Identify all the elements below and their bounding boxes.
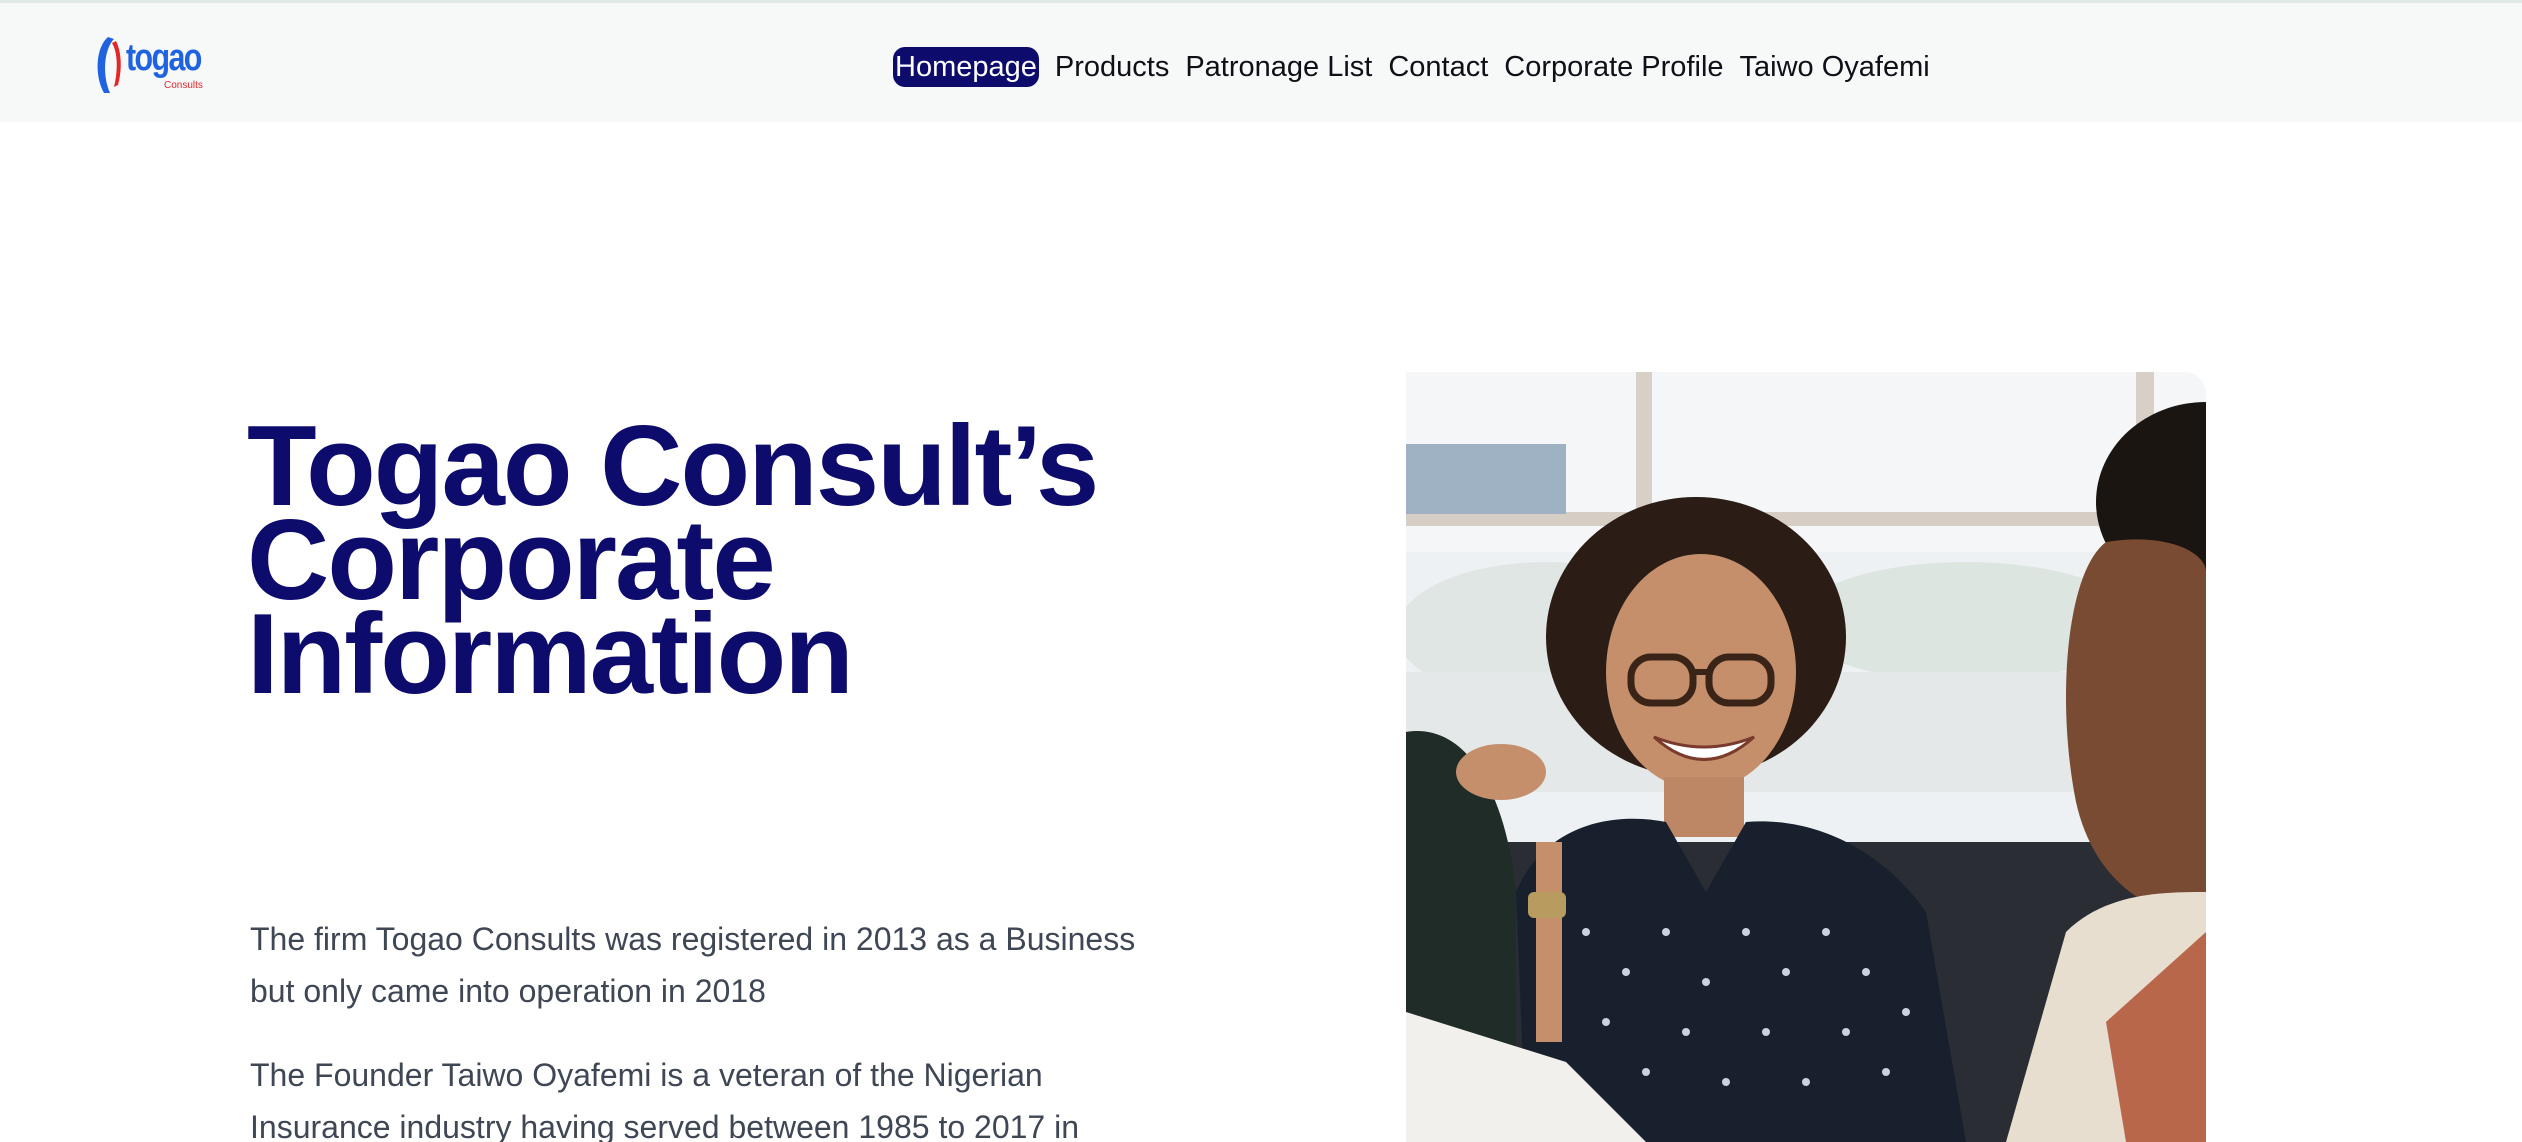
title-line-3: Information [247, 591, 854, 718]
togao-logo[interactable]: togao Consults [92, 33, 203, 99]
nav-item-corporate-profile[interactable]: Corporate Profile [1504, 47, 1723, 87]
page-title: Togao Consult’s Corporate Information [247, 410, 1147, 718]
founder-paragraph: The Founder Taiwo Oyafemi is a veteran o… [250, 1057, 1079, 1142]
logo-wordmark: togao [126, 37, 202, 79]
main-nav: Homepage Products Patronage List Contact… [893, 47, 1930, 87]
nav-item-products[interactable]: Products [1055, 47, 1169, 87]
nav-item-patronage-list[interactable]: Patronage List [1185, 47, 1372, 87]
hero-photo [1406, 372, 2206, 1142]
page: togao Consults Homepage Products Patrona… [0, 0, 2522, 1142]
logo-subtitle: Consults [164, 80, 203, 91]
logo-mark-icon [97, 37, 121, 93]
intro-paragraph: The firm Togao Consults was registered i… [250, 921, 1136, 1009]
site-header: togao Consults Homepage Products Patrona… [0, 0, 2522, 122]
nav-item-contact[interactable]: Contact [1388, 47, 1488, 87]
nav-item-taiwo-oyafemi[interactable]: Taiwo Oyafemi [1740, 47, 1930, 87]
hero-photo-illustration [1406, 372, 2206, 1142]
nav-item-homepage[interactable]: Homepage [893, 47, 1039, 87]
